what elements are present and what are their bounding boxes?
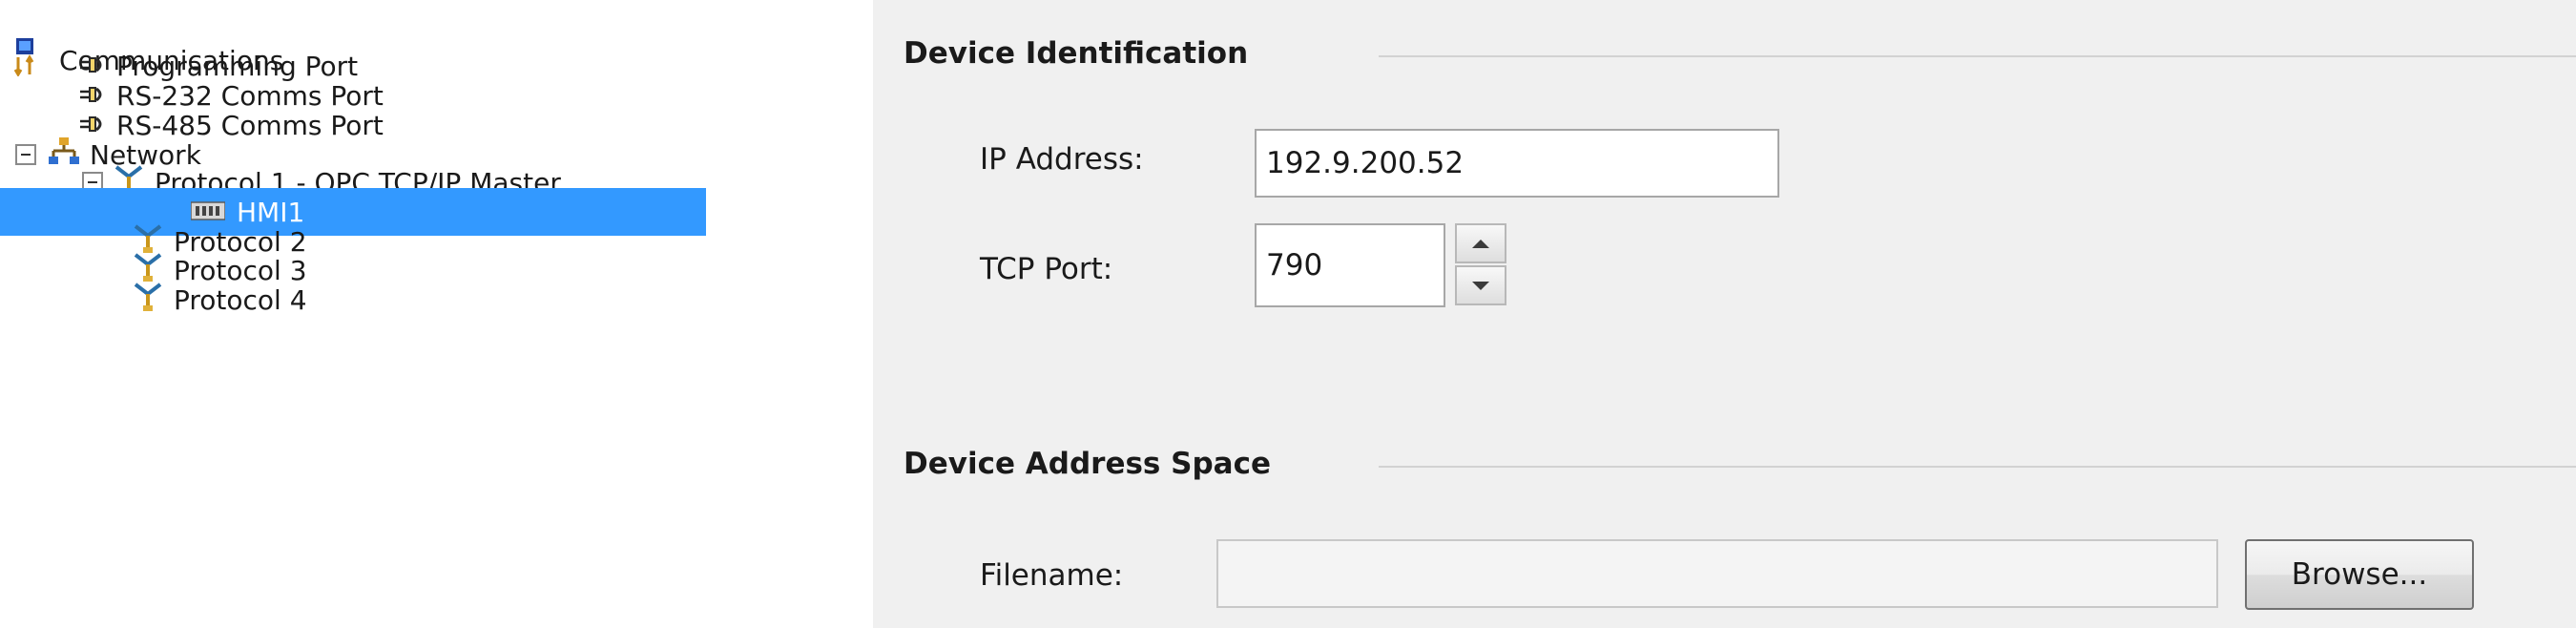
spin-down-button[interactable] xyxy=(1455,265,1506,305)
filename-label: Filename: xyxy=(980,558,1124,593)
ip-address-input[interactable] xyxy=(1255,129,1779,198)
tcp-port-label: TCP Port: xyxy=(980,252,1113,286)
device-address-space-heading: Device Address Space xyxy=(904,447,1272,481)
navigation-tree: Communications Programming Port RS-232 C… xyxy=(0,0,706,628)
arrow-up-icon xyxy=(1472,239,1489,248)
device-identification-heading: Device Identification xyxy=(904,36,1249,71)
tree-item-protocol-4[interactable]: Protocol 4 xyxy=(0,276,706,324)
arrow-down-icon xyxy=(1472,281,1489,290)
tree-item-label: Protocol 4 xyxy=(174,283,307,316)
section-divider xyxy=(1379,466,2576,468)
tcp-port-stepper[interactable] xyxy=(1455,223,1506,307)
tcp-port-input[interactable] xyxy=(1255,223,1445,307)
protocol-icon xyxy=(134,281,162,320)
filename-input[interactable] xyxy=(1216,539,2218,608)
browse-button[interactable]: Browse... xyxy=(2245,539,2474,610)
section-divider xyxy=(1379,55,2576,57)
spin-up-button[interactable] xyxy=(1455,223,1506,263)
device-properties-panel: Device Identification IP Address: TCP Po… xyxy=(873,0,2576,628)
device-configuration-window: Communications Programming Port RS-232 C… xyxy=(0,0,2576,628)
ip-address-label: IP Address: xyxy=(980,142,1144,177)
